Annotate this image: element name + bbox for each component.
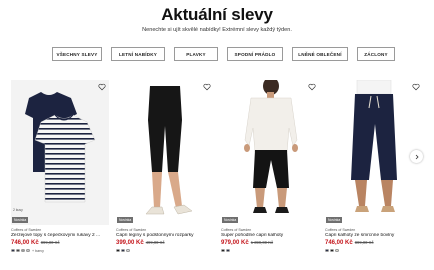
- product-image-leggings[interactable]: [116, 80, 214, 225]
- color-swatch[interactable]: [116, 248, 120, 253]
- product-name[interactable]: Capri legíny s podstonnými rozparky: [116, 233, 214, 238]
- color-swatches: [221, 248, 230, 253]
- old-price: 899,00 Kč: [354, 240, 374, 245]
- color-swatches: [325, 248, 339, 253]
- product-card[interactable]: 2 kusy Novinka Coffees of Sweden Žerzejo…: [11, 80, 109, 260]
- sale-price: 746,00 Kč: [11, 240, 39, 246]
- product-price: 746,00 Kč 899,00 Kč: [11, 240, 60, 246]
- page-subtitle: Nenechte si ujít skvělé nabídky! Extrémn…: [142, 27, 292, 33]
- product-brand: Coffees of Sweden: [221, 228, 252, 232]
- old-price: 899,00 Kč: [40, 240, 60, 245]
- color-swatch[interactable]: [325, 248, 329, 253]
- color-swatch[interactable]: [16, 248, 20, 253]
- product-name[interactable]: Capri kalhoty ze smrcnne bovlny: [325, 233, 423, 238]
- color-swatch[interactable]: [121, 248, 125, 253]
- color-swatch[interactable]: [221, 248, 225, 253]
- filter-linen-button[interactable]: LNĚNÉ OBLEČENÍ: [292, 47, 348, 61]
- status-badge: Novinka: [117, 217, 134, 223]
- product-price: 979,00 Kč 1 399,00 Kč: [221, 240, 273, 246]
- product-name[interactable]: Žerzejové topy s čepečkovými rukávy 2 ..…: [11, 233, 109, 238]
- product-card[interactable]: Novinka Coffees of Sweden Capri kalhoty …: [325, 80, 423, 260]
- color-swatch[interactable]: [330, 248, 334, 253]
- carousel-next-button[interactable]: [410, 150, 423, 163]
- leggings-illustration: [145, 86, 193, 215]
- filter-summer-offers-button[interactable]: LETNÍ NABÍDKY: [111, 47, 165, 61]
- product-image-cotton-capri[interactable]: [325, 80, 423, 225]
- product-name[interactable]: Super pohodlné capri kalhoty: [221, 233, 319, 238]
- filter-bar: VŠECHNY SLEVY LETNÍ NABÍDKY PLAVKY SPODN…: [52, 47, 395, 61]
- filter-curtains-button[interactable]: ZÁCLONY: [357, 47, 395, 61]
- status-badge: Novinka: [326, 217, 343, 223]
- color-swatch[interactable]: [26, 248, 30, 253]
- product-card[interactable]: Novinka Coffees of Sweden Capri legíny s…: [116, 80, 214, 260]
- color-swatch[interactable]: [11, 248, 15, 253]
- color-swatches: + barvy: [11, 248, 44, 253]
- old-price: 499,00 Kč: [145, 240, 165, 245]
- cotton-capri-illustration: [351, 80, 397, 212]
- product-brand: Coffees of Sweden: [11, 228, 42, 232]
- wishlist-heart-icon[interactable]: [308, 83, 316, 91]
- chevron-right-icon: [415, 154, 419, 159]
- wishlist-heart-icon[interactable]: [203, 83, 211, 91]
- product-brand: Coffees of Sweden: [325, 228, 356, 232]
- color-swatch[interactable]: [335, 248, 339, 253]
- pack-label: 2 kusy: [13, 208, 23, 212]
- sale-price: 979,00 Kč: [221, 240, 249, 246]
- status-badge: Novinka: [222, 217, 239, 223]
- tshirts-illustration: [25, 92, 96, 203]
- status-badge: Novinka: [12, 217, 29, 223]
- product-price: 399,00 Kč 499,00 Kč: [116, 240, 165, 246]
- wishlist-heart-icon[interactable]: [412, 83, 420, 91]
- filter-all-sales-button[interactable]: VŠECHNY SLEVY: [52, 47, 102, 61]
- product-image-tshirts[interactable]: 2 kusy: [11, 80, 109, 225]
- product-price: 746,00 Kč 899,00 Kč: [325, 240, 374, 246]
- filter-underwear-button[interactable]: SPODNÍ PRÁDLO: [227, 47, 283, 61]
- product-card[interactable]: Novinka Coffees of Sweden Super pohodlné…: [221, 80, 319, 260]
- color-swatch[interactable]: [21, 248, 25, 253]
- color-swatch[interactable]: [126, 248, 130, 253]
- sale-price: 746,00 Kč: [325, 240, 353, 246]
- filter-swimwear-button[interactable]: PLAVKY: [174, 47, 218, 61]
- more-colors-label: + barvy: [32, 248, 44, 253]
- product-image-capri-pants[interactable]: [221, 80, 319, 225]
- color-swatch[interactable]: [226, 248, 230, 253]
- sale-price: 399,00 Kč: [116, 240, 144, 246]
- wishlist-heart-icon[interactable]: [98, 83, 106, 91]
- product-brand: Coffees of Sweden: [116, 228, 147, 232]
- color-swatches: [116, 248, 130, 253]
- old-price: 1 399,00 Kč: [250, 240, 274, 245]
- page-title: Aktuální slevy: [161, 5, 273, 24]
- capri-pants-illustration: [244, 80, 298, 213]
